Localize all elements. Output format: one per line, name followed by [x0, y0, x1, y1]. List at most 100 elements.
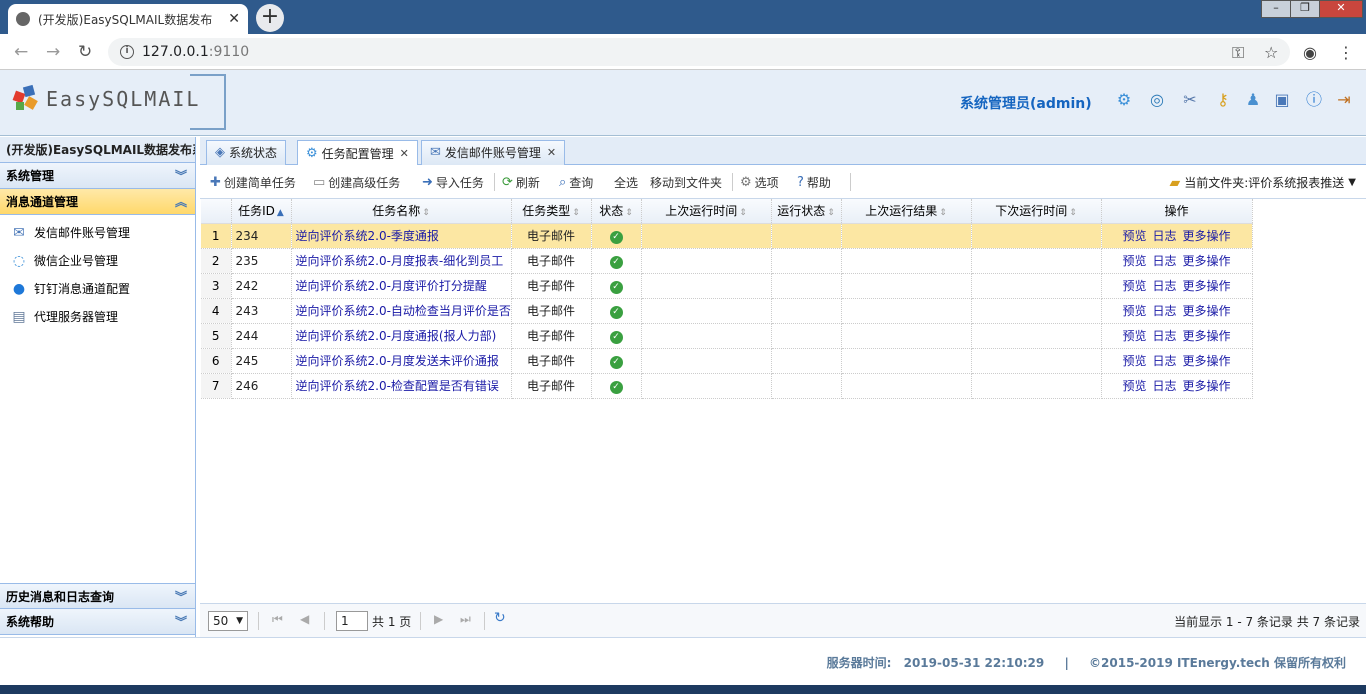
last-page-icon[interactable]: ⏭: [460, 612, 471, 627]
select-all-button[interactable]: 全选: [614, 174, 638, 191]
first-page-icon[interactable]: ⏮: [272, 612, 283, 627]
close-window-button[interactable]: ✕: [1319, 0, 1363, 18]
column-header-type[interactable]: 任务类型 ⇕: [511, 199, 592, 224]
browser-tab[interactable]: (开发版)EasySQLMAIL数据发布 ✕: [8, 4, 248, 34]
query-button[interactable]: ⌕ 查询: [559, 174, 593, 191]
create-advanced-task-button[interactable]: ▭ 创建高级任务: [313, 174, 400, 191]
preview-link[interactable]: 预览: [1122, 329, 1146, 343]
table-row[interactable]: 3 242 逆向评价系统2.0-月度评价打分提醒 电子邮件 ✓ 预览 日志 更多操作: [201, 273, 1253, 299]
column-header-next-run[interactable]: 下次运行时间 ⇕: [971, 199, 1102, 224]
url-field[interactable]: i 127.0.0.1:9110: [108, 38, 1290, 66]
sidebar-item-mail-accounts[interactable]: ✉ 发信邮件账号管理: [0, 219, 195, 247]
more-actions-link[interactable]: 更多操作: [1183, 254, 1231, 268]
preview-link[interactable]: 预览: [1122, 304, 1146, 318]
sidebar-item-wechat[interactable]: ◌ 微信企业号管理: [0, 247, 195, 275]
page-number-input[interactable]: 1: [336, 611, 368, 631]
new-tab-button[interactable]: +: [256, 4, 284, 32]
table-row[interactable]: 4 243 逆向评价系统2.0-自动检查当月评价是否完成 电子邮件 ✓ 预览 日志 更多操作: [201, 298, 1253, 324]
task-name-link[interactable]: 逆向评价系统2.0-季度通报: [291, 223, 512, 249]
menu-icon[interactable]: ⋮: [1338, 43, 1354, 62]
table-row[interactable]: 7 246 逆向评价系统2.0-检查配置是否有错误 电子邮件 ✓ 预览 日志 更多操作: [201, 373, 1253, 399]
page-size-select[interactable]: 50 ▼: [208, 611, 248, 631]
preview-link[interactable]: 预览: [1122, 229, 1146, 243]
task-name-link[interactable]: 逆向评价系统2.0-自动检查当月评价是否完成: [291, 298, 512, 324]
task-name-link[interactable]: 逆向评价系统2.0-月度发送未评价通报: [291, 348, 512, 374]
close-tab-icon[interactable]: ✕: [400, 142, 409, 166]
options-button[interactable]: ⚙ 选项: [740, 174, 779, 191]
column-header-status[interactable]: 状态 ⇕: [591, 199, 642, 224]
star-icon[interactable]: ☆: [1264, 43, 1278, 62]
info-icon[interactable]: i: [120, 45, 134, 59]
column-header-name[interactable]: 任务名称 ⇕: [291, 199, 512, 224]
help-button[interactable]: ? 帮助: [797, 174, 831, 191]
tools-icon[interactable]: ✂: [1180, 90, 1200, 110]
maximize-button[interactable]: ❐: [1290, 0, 1320, 18]
sidebar-section-channels[interactable]: 消息通道管理 ︽: [0, 189, 195, 215]
tab-task-config[interactable]: ⚙ 任务配置管理 ✕: [297, 140, 418, 166]
reload-icon[interactable]: ↻: [78, 42, 92, 62]
task-name-link[interactable]: 逆向评价系统2.0-月度报表-细化到员工: [291, 248, 512, 274]
tab-system-status[interactable]: ◈ 系统状态: [206, 140, 287, 165]
task-name-link[interactable]: 逆向评价系统2.0-月度评价打分提醒: [291, 273, 512, 299]
logout-icon[interactable]: ⇥: [1334, 90, 1354, 110]
more-actions-link[interactable]: 更多操作: [1183, 329, 1231, 343]
next-page-icon[interactable]: ▶: [434, 612, 443, 626]
table-row[interactable]: 5 244 逆向评价系统2.0-月度通报(报人力部) 电子邮件 ✓ 预览 日志 更多操作: [201, 323, 1253, 349]
preview-link[interactable]: 预览: [1122, 354, 1146, 368]
log-link[interactable]: 日志: [1152, 354, 1176, 368]
preview-link[interactable]: 预览: [1122, 279, 1146, 293]
account-icon[interactable]: ◉: [1303, 43, 1317, 62]
table-row[interactable]: 2 235 逆向评价系统2.0-月度报表-细化到员工 电子邮件 ✓ 预览 日志 更多操作: [201, 248, 1253, 274]
task-name-link[interactable]: 逆向评价系统2.0-检查配置是否有错误: [291, 373, 512, 399]
package-icon[interactable]: ▣: [1272, 90, 1292, 110]
user-icon[interactable]: ♟: [1243, 90, 1263, 110]
preview-link[interactable]: 预览: [1122, 379, 1146, 393]
sidebar-item-dingtalk[interactable]: ● 钉钉消息通道配置: [0, 275, 195, 303]
column-header-id[interactable]: 任务ID ▲: [231, 199, 292, 224]
current-user-label[interactable]: 系统管理员(admin): [960, 93, 1092, 113]
log-link[interactable]: 日志: [1152, 379, 1176, 393]
log-link[interactable]: 日志: [1152, 329, 1176, 343]
chevron-up-icon[interactable]: ︽: [175, 189, 187, 215]
more-actions-link[interactable]: 更多操作: [1183, 304, 1231, 318]
more-actions-link[interactable]: 更多操作: [1183, 279, 1231, 293]
refresh-icon[interactable]: ↻: [494, 610, 506, 626]
column-header-last-run[interactable]: 上次运行时间 ⇕: [641, 199, 772, 224]
forward-icon[interactable]: →: [46, 42, 60, 62]
tab-mail-accounts[interactable]: ✉ 发信邮件账号管理 ✕: [421, 140, 566, 165]
chevron-down-icon[interactable]: ︾: [175, 163, 187, 189]
log-link[interactable]: 日志: [1152, 304, 1176, 318]
key-icon[interactable]: ⚷: [1213, 90, 1233, 110]
log-link[interactable]: 日志: [1152, 254, 1176, 268]
table-row[interactable]: 6 245 逆向评价系统2.0-月度发送未评价通报 电子邮件 ✓ 预览 日志 更多操作: [201, 348, 1253, 374]
task-name-link[interactable]: 逆向评价系统2.0-月度通报(报人力部): [291, 323, 512, 349]
sidebar-section-system[interactable]: 系统管理 ︾: [0, 163, 195, 189]
table-row[interactable]: 1 234 逆向评价系统2.0-季度通报 电子邮件 ✓ 预览 日志 更多操作: [201, 223, 1253, 249]
more-actions-link[interactable]: 更多操作: [1183, 354, 1231, 368]
settings-gear-icon[interactable]: ⚙: [1114, 90, 1134, 110]
sidebar-section-help[interactable]: 系统帮助 ︾: [0, 609, 195, 635]
close-tab-icon[interactable]: ✕: [547, 141, 556, 165]
move-to-folder-button[interactable]: 移动到文件夹: [650, 174, 722, 191]
more-actions-link[interactable]: 更多操作: [1183, 229, 1231, 243]
chevron-down-icon[interactable]: ︾: [175, 609, 187, 635]
refresh-button[interactable]: ⟳ 刷新: [502, 174, 540, 191]
info-icon[interactable]: ⓘ: [1304, 90, 1324, 110]
more-actions-link[interactable]: 更多操作: [1183, 379, 1231, 393]
create-simple-task-button[interactable]: ✚ 创建简单任务: [210, 174, 296, 191]
sidebar-section-history[interactable]: 历史消息和日志查询 ︾: [0, 583, 195, 609]
column-header-last-result[interactable]: 上次运行结果 ⇕: [841, 199, 972, 224]
preview-link[interactable]: 预览: [1122, 254, 1146, 268]
log-link[interactable]: 日志: [1152, 279, 1176, 293]
current-folder-dropdown[interactable]: ▰ 当前文件夹:评价系统报表推送 ▼: [1169, 174, 1356, 191]
close-tab-icon[interactable]: ✕: [228, 11, 240, 27]
sidebar-item-proxy[interactable]: ▤ 代理服务器管理: [0, 303, 195, 331]
chevron-down-icon[interactable]: ︾: [175, 584, 187, 610]
minimize-button[interactable]: –: [1261, 0, 1291, 18]
back-icon[interactable]: ←: [14, 42, 28, 62]
column-header-run-status[interactable]: 运行状态 ⇕: [771, 199, 842, 224]
globe-icon[interactable]: ◎: [1147, 90, 1167, 110]
import-task-button[interactable]: ➜ 导入任务: [422, 174, 484, 191]
key-icon[interactable]: ⚿: [1232, 43, 1244, 63]
prev-page-icon[interactable]: ◀: [300, 612, 309, 626]
